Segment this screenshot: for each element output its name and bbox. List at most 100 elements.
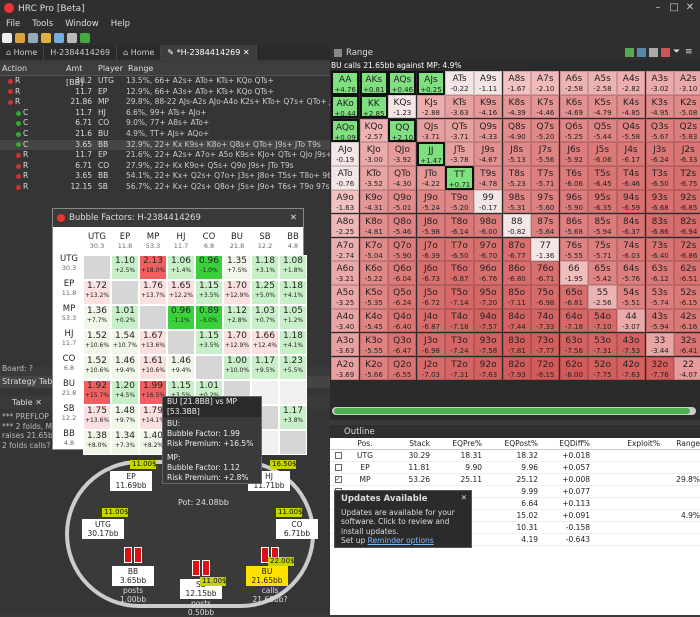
outline-row[interactable]: ✓ MP 53.26 25.11 25.12 +0.008 29.8% bbox=[330, 474, 700, 486]
bubble-cell[interactable]: 1.18 +4.1% bbox=[279, 330, 307, 355]
tree-row[interactable]: R 12.15 SB 56.7%, 22+ Kx+ Q2s+ Q8o+ J5s+ J9… bbox=[0, 182, 330, 193]
range-cell[interactable]: 73s -6.40 bbox=[645, 237, 674, 262]
range-cell[interactable]: J6s -5.92 bbox=[559, 142, 589, 166]
range-cell[interactable]: K2s -5.08 bbox=[674, 94, 700, 119]
range-cell[interactable]: K7s -4.46 bbox=[531, 94, 560, 119]
range-cell[interactable]: Q7o -5.90 bbox=[388, 237, 417, 262]
col-range[interactable]: Range bbox=[660, 438, 700, 449]
tab-home[interactable]: ⌂ Home bbox=[0, 45, 45, 60]
menu-help[interactable]: Help bbox=[105, 17, 136, 31]
filter-icon[interactable]: ⏷ bbox=[673, 48, 682, 57]
range-cell[interactable]: T3s -6.50 bbox=[645, 166, 674, 190]
range-cell[interactable]: K3o -5.55 bbox=[359, 332, 388, 357]
folder-icon[interactable] bbox=[41, 33, 51, 43]
bubble-cell[interactable]: 1.03 +0.7% bbox=[251, 305, 279, 330]
range-cell[interactable]: 96o -6.76 bbox=[473, 261, 503, 285]
range-cell[interactable]: A4o -3.40 bbox=[331, 308, 360, 333]
bubble-cell[interactable] bbox=[195, 355, 223, 380]
range-cell[interactable]: J2s -6.33 bbox=[674, 142, 700, 166]
range-cell[interactable]: 52s -6.15 bbox=[674, 285, 700, 309]
range-cell[interactable]: 75s -5.71 bbox=[588, 237, 617, 262]
range-cell[interactable]: 95o -7.20 bbox=[473, 285, 503, 309]
range-cell[interactable]: A4s -2.82 bbox=[616, 71, 646, 95]
bubble-cell[interactable]: 1.18 +4.1% bbox=[279, 280, 307, 305]
col-action[interactable]: Action bbox=[0, 62, 64, 75]
range-cell[interactable]: KTo -3.52 bbox=[359, 166, 388, 190]
tree-row[interactable]: C 3.65 BB 32.9%, 22+ Kx K9s+ K8o+ Q8s+ QTo+… bbox=[0, 139, 330, 151]
seat-ep[interactable]: 11.00$ EP 11.69bb bbox=[110, 460, 157, 491]
range-cell[interactable]: 72s -6.86 bbox=[674, 237, 700, 262]
range-cell[interactable]: 87s -5.64 bbox=[531, 213, 560, 238]
range-cell[interactable]: T4o -7.18 bbox=[445, 308, 474, 333]
range-cell[interactable]: A7o -2.74 bbox=[331, 237, 360, 262]
range-cell[interactable]: 84o -7.44 bbox=[502, 308, 531, 333]
range-cell[interactable]: KJo -3.00 bbox=[359, 142, 388, 166]
bubble-cell[interactable]: 1.75 +13.6% bbox=[83, 405, 111, 430]
range-cell[interactable]: AKs +0.81 bbox=[359, 71, 388, 95]
range-cell[interactable]: QJo -3.92 bbox=[388, 142, 417, 166]
range-cell[interactable]: 95s -6.35 bbox=[588, 189, 617, 214]
bubble-cell[interactable]: 1.05 +1.2% bbox=[279, 305, 307, 330]
range-scroll-thumb[interactable] bbox=[334, 408, 690, 414]
range-cell[interactable]: 73o -7.77 bbox=[531, 332, 560, 357]
update-notification[interactable]: ✕ Updates Available Updates are availabl… bbox=[334, 490, 472, 548]
minimize-icon[interactable]: – bbox=[652, 2, 664, 14]
range-cell[interactable]: 64o -7.18 bbox=[559, 308, 589, 333]
range-cell[interactable]: 76o -6.71 bbox=[531, 261, 560, 285]
tree-row[interactable]: R 6.71 CO 27.9%, 22+ Kx K9o+ Q5s+ Q9o J9s+ … bbox=[0, 161, 330, 172]
range-cell[interactable]: J5s -6.06 bbox=[588, 142, 617, 166]
range-cell[interactable]: A3o -3.63 bbox=[331, 332, 360, 357]
range-cell[interactable]: 55 -2.56 bbox=[588, 285, 617, 309]
range-cell[interactable]: Q9o -5.01 bbox=[388, 189, 417, 214]
bubble-cell[interactable]: 1.08 +1.8% bbox=[279, 255, 307, 280]
range-cell[interactable]: JJ +1.47 bbox=[416, 142, 446, 166]
range-cell[interactable]: Q3s -5.67 bbox=[645, 118, 674, 143]
range-cell[interactable]: J7o -6.39 bbox=[416, 237, 446, 262]
bubble-cell[interactable]: 1.38 +8.0% bbox=[83, 430, 111, 455]
bubble-cell[interactable]: 1.10 +2.5% bbox=[111, 255, 139, 280]
range-cell[interactable]: 76s -5.55 bbox=[559, 237, 589, 262]
range-cell[interactable]: AA +4.76 bbox=[331, 71, 360, 95]
range-cell[interactable]: T7s -5.71 bbox=[531, 166, 560, 190]
range-cell[interactable]: 96s -5.90 bbox=[559, 189, 589, 214]
range-cell[interactable]: J4s -6.17 bbox=[616, 142, 646, 166]
range-cell[interactable]: JTs -3.78 bbox=[445, 142, 474, 166]
tree-row[interactable]: C 21.6 BU 4.9%, TT+ AJs+ AQo+ bbox=[0, 129, 330, 140]
range-cell[interactable]: A6s -2.58 bbox=[559, 71, 589, 95]
bubble-cell[interactable]: 1.15+3.5% bbox=[195, 280, 223, 305]
bubble-cell[interactable]: 1.46 +9.4% bbox=[111, 355, 139, 380]
bubble-window-titlebar[interactable]: Bubble Factors: H-2384414269 ✕ bbox=[53, 209, 303, 227]
reminder-link[interactable]: Reminder options bbox=[368, 536, 434, 545]
range-cell[interactable]: Q4s -5.58 bbox=[616, 118, 646, 143]
menu-tools[interactable]: Tools bbox=[26, 17, 59, 31]
range-cell[interactable]: 53o -7.31 bbox=[588, 332, 617, 357]
range-cell[interactable]: K8s -4.39 bbox=[502, 94, 531, 119]
range-cell[interactable]: T4s -6.46 bbox=[616, 166, 646, 190]
seat-sb[interactable]: SB12.15bb posts 0.50bb bbox=[180, 560, 222, 617]
col-pos[interactable]: Pos. bbox=[346, 438, 384, 449]
search-icon[interactable] bbox=[28, 33, 38, 43]
range-cell[interactable]: J3s -6.24 bbox=[645, 142, 674, 166]
range-cell[interactable]: 52o -7.75 bbox=[588, 356, 617, 381]
row-checkbox[interactable]: ✓ bbox=[334, 476, 342, 483]
range-cell[interactable]: J3o -6.98 bbox=[416, 332, 446, 357]
range-cell[interactable]: Q9s -4.33 bbox=[473, 118, 503, 143]
range-cell[interactable]: TT +0.71 bbox=[445, 166, 474, 190]
col-eqpost[interactable]: EQPost% bbox=[482, 438, 538, 449]
range-cell[interactable]: AJo -0.19 bbox=[331, 142, 360, 166]
col-exploit[interactable]: Exploit% bbox=[590, 438, 660, 449]
range-cell[interactable]: A2o -3.69 bbox=[331, 356, 360, 381]
save-icon[interactable] bbox=[54, 33, 64, 43]
bubble-cell[interactable]: 1.46 +9.4% bbox=[167, 355, 195, 380]
range-cell[interactable]: A5s -2.58 bbox=[588, 71, 617, 95]
range-cell[interactable]: KQo -2.57 bbox=[359, 118, 388, 143]
bubble-cell[interactable]: 1.23 +5.5% bbox=[279, 355, 307, 380]
range-cell[interactable]: J8o -5.98 bbox=[416, 213, 446, 238]
range-cell[interactable]: Q7s -5.20 bbox=[531, 118, 560, 143]
range-cell[interactable]: 42s -6.16 bbox=[674, 308, 700, 333]
bubble-cell[interactable]: 0.96 -1.0% bbox=[195, 255, 223, 280]
bubble-cell[interactable]: 1.66 +12.4% bbox=[251, 330, 279, 355]
bubble-cell[interactable] bbox=[279, 380, 307, 405]
range-cell[interactable]: A9o -1.63 bbox=[331, 189, 360, 214]
bubble-cell[interactable] bbox=[139, 305, 167, 330]
